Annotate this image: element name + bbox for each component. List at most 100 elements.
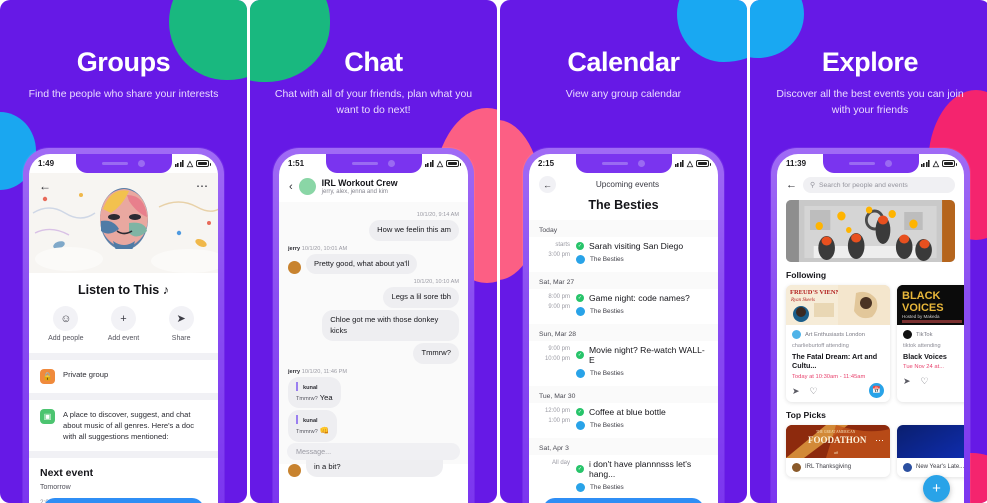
svg-text:THE GREAT AMERICAN: THE GREAT AMERICAN	[816, 430, 856, 434]
wifi-icon: △	[932, 158, 939, 168]
day-label: Sat, Mar 27	[529, 272, 718, 289]
signal-icon	[674, 160, 684, 167]
event-group-row: The Besties	[576, 421, 666, 430]
back-arrow-icon[interactable]: ‹	[289, 181, 293, 193]
svg-text:FREUD'S VIENNA: FREUD'S VIENNA	[790, 289, 845, 296]
send-icon[interactable]: ➤	[903, 376, 911, 387]
heart-icon[interactable]: ♡	[921, 376, 929, 387]
status-indicators: △	[674, 159, 711, 168]
back-arrow-icon[interactable]: ←	[539, 176, 556, 193]
more-options-icon[interactable]: ⋯	[875, 435, 885, 446]
host-avatar	[903, 330, 912, 339]
send-icon[interactable]: ➤	[792, 386, 800, 397]
message-composer[interactable]: Message...	[287, 443, 460, 460]
message-list[interactable]: 10/1/20, 9:14 AM How we feelin this am j…	[279, 202, 468, 478]
back-arrow-icon[interactable]: ←	[786, 179, 797, 191]
share-button[interactable]: ➤ Share	[153, 306, 209, 342]
event-end: 3:00 pm	[548, 251, 570, 258]
panel-explore: Explore Discover all the best events you…	[750, 0, 987, 503]
event-group: The Besties	[590, 256, 624, 263]
panel-groups: Groups Find the people who share your in…	[0, 0, 247, 503]
create-event-fab[interactable]: +	[923, 475, 950, 502]
event-host-row: TikTok	[903, 330, 964, 339]
message-timestamp: jerry 10/1/20, 10:01 AM	[288, 246, 459, 252]
top-pick-card[interactable]: New Year's Late...	[897, 424, 964, 477]
panel-chat: Chat Chat with all of your friends, plan…	[250, 0, 497, 503]
host-avatar	[903, 462, 912, 472]
event-card-body: Art Enthusiasts London charlieburtoff at…	[786, 325, 890, 402]
status-indicators: △	[174, 159, 211, 168]
event-list[interactable]: Today starts 3:00 pm ✓ Sarah visiting Sa…	[529, 220, 718, 500]
featured-banner[interactable]	[786, 200, 955, 262]
event-details: ✓ Coffee at blue bottle The Besties	[576, 407, 666, 430]
event-group-row: The Besties	[576, 483, 708, 492]
event-card[interactable]: BLACK VOICES Hosted by Makeda TikTok tik…	[897, 285, 964, 402]
check-icon: ✓	[576, 465, 584, 473]
event-title: i don't have plannnsss let's hang...	[589, 459, 692, 479]
event-card-actions: ➤ ♡	[903, 376, 964, 387]
top-pick-card[interactable]: THE GREAT AMERICAN FOODATHON ofl ⋯ IRL T…	[786, 424, 890, 477]
event-row[interactable]: All day ✓ i don't have plannnsss let's h…	[529, 455, 718, 500]
battery-icon	[942, 160, 957, 167]
add-to-calendar-button[interactable]: 📅	[869, 382, 884, 398]
top-picks-list[interactable]: THE GREAT AMERICAN FOODATHON ofl ⋯ IRL T…	[777, 424, 964, 477]
event-start: 8:00 pm	[548, 294, 570, 300]
top-pick-host-row: New Year's Late...	[897, 458, 964, 477]
check-icon: ✓	[576, 242, 584, 250]
host-avatar	[792, 330, 801, 339]
following-card-list[interactable]: FREUD'S VIENNA Ryan Skeels Art Enthusias…	[777, 285, 964, 402]
signal-icon	[920, 160, 930, 167]
event-time: 8:00 pm 9:00 pm	[539, 293, 570, 312]
quote-author: kunal	[303, 418, 318, 425]
event-poster: BLACK VOICES Hosted by Makeda	[897, 285, 964, 325]
event-title: Movie night? Re-watch WALL-E	[589, 345, 705, 365]
group-avatar	[576, 483, 585, 492]
quote-text: Tmmrw?	[296, 429, 318, 436]
event-group: The Besties	[590, 422, 624, 429]
phone-screen-groups: 1:49 △ ← ⋯ Listen to This ♪ ☺ Add people…	[29, 154, 218, 503]
event-group: The Besties	[590, 484, 624, 491]
group-avatar	[576, 255, 585, 264]
event-name: The Fatal Dream: Art and Cultu...	[792, 352, 878, 371]
page-title: Groups	[76, 47, 171, 77]
event-when: Today at 10:30am - 11:45am	[792, 373, 866, 380]
top-pick-poster	[897, 424, 964, 458]
page-title: Explore	[821, 47, 919, 77]
phone-mockup-chat: 1:51 △ ‹ IRL Workout Crew jerry, alex, j…	[273, 148, 474, 503]
add-people-button[interactable]: ☺ Add people	[38, 306, 94, 342]
message-bubble: Pretty good, what about ya'll	[306, 253, 418, 275]
event-end: 1:00 pm	[548, 417, 570, 424]
calendar-header-label: Upcoming events	[595, 180, 660, 189]
search-input[interactable]: ⚲ Search for people and events	[803, 177, 955, 193]
page-title: Chat	[344, 47, 403, 77]
composer-placeholder: Message...	[296, 447, 332, 456]
status-time: 2:15	[538, 159, 555, 168]
svg-text:Ryan Skeels: Ryan Skeels	[790, 298, 815, 303]
heart-icon[interactable]: ♡	[810, 386, 818, 397]
primary-cta-button[interactable]	[543, 498, 704, 503]
event-group-row: The Besties	[576, 307, 690, 316]
message-row: kunal Tmmrw? 👊	[288, 410, 459, 443]
event-row[interactable]: 8:00 pm 9:00 pm ✓ Game night: code names…	[529, 289, 718, 324]
event-row[interactable]: 12:00 pm 1:00 pm ✓ Coffee at blue bottle…	[529, 403, 718, 438]
calendar-group-name: The Besties	[588, 198, 659, 212]
status-bar: 1:49 △	[29, 154, 218, 173]
more-options-icon[interactable]: ⋯	[196, 179, 208, 193]
panel-calendar: Calendar View any group calendar 2:15 △	[500, 0, 747, 503]
event-row[interactable]: starts 3:00 pm ✓ Sarah visiting San Dieg…	[529, 237, 718, 272]
svg-text:VOICES: VOICES	[902, 302, 944, 314]
event-card[interactable]: FREUD'S VIENNA Ryan Skeels Art Enthusias…	[786, 285, 890, 402]
event-row[interactable]: 9:00 pm 10:00 pm ✓ Movie night? Re-watch…	[529, 341, 718, 386]
primary-cta-button[interactable]	[43, 498, 204, 503]
back-arrow-icon[interactable]: ←	[39, 179, 51, 193]
event-title-row: ✓ Coffee at blue bottle	[576, 407, 666, 417]
host-avatar	[792, 462, 801, 472]
app-store-screenshot-gallery: Groups Find the people who share your in…	[0, 0, 987, 503]
description-row: ▣ A place to discover, suggest, and chat…	[29, 400, 218, 451]
add-person-icon: ☺	[53, 306, 79, 331]
message-bubble: Tmmrw?	[413, 343, 459, 364]
message-row: Legs a lil sore tbh	[288, 287, 459, 308]
phone-screen-calendar: 2:15 △ ← Upcoming events The Besties Tod…	[529, 154, 718, 503]
day-label: Sun, Mar 28	[529, 324, 718, 341]
add-event-button[interactable]: + Add event	[95, 306, 151, 342]
